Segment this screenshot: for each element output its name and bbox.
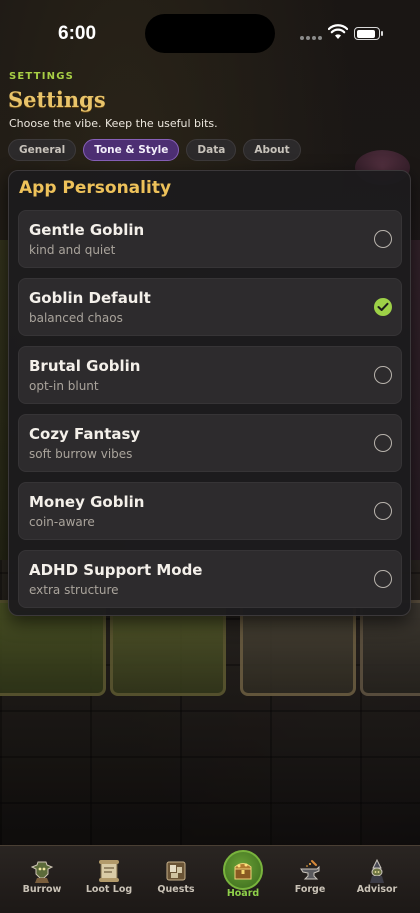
option-name: Goblin Default xyxy=(29,289,151,307)
option-name: ADHD Support Mode xyxy=(29,561,203,579)
battery-level xyxy=(356,29,375,38)
radio-unselected-icon[interactable] xyxy=(374,434,392,452)
tab-about[interactable]: About xyxy=(243,139,301,161)
option-name: Cozy Fantasy xyxy=(29,425,141,443)
section-eyebrow: SETTINGS xyxy=(9,71,75,82)
scroll-icon xyxy=(99,860,119,882)
option-description: kind and quiet xyxy=(29,243,116,257)
tab-bar-label: Advisor xyxy=(356,884,398,895)
checkmark-selected-icon[interactable] xyxy=(374,298,392,316)
tab-bar-item-advisor[interactable]: Advisor xyxy=(342,846,412,906)
radio-unselected-icon[interactable] xyxy=(374,230,392,248)
tab-data[interactable]: Data xyxy=(186,139,237,161)
option-description: coin-aware xyxy=(29,515,95,529)
personality-option-adhd-support-mode[interactable]: ADHD Support Mode extra structure xyxy=(18,550,402,608)
radio-unselected-icon[interactable] xyxy=(374,502,392,520)
tab-bar-item-loot-log[interactable]: Loot Log xyxy=(74,846,144,906)
page-title: Settings xyxy=(8,87,106,112)
advisor-icon xyxy=(370,858,384,883)
option-description: soft burrow vibes xyxy=(29,447,133,461)
battery-icon xyxy=(354,27,383,40)
dynamic-island xyxy=(145,14,275,53)
tab-bar-item-burrow[interactable]: Burrow xyxy=(7,846,77,906)
option-name: Gentle Goblin xyxy=(29,221,145,239)
quest-board-icon xyxy=(166,861,186,881)
home-indicator xyxy=(140,900,280,905)
status-time: 6:00 xyxy=(58,23,97,44)
radio-unselected-icon[interactable] xyxy=(374,366,392,384)
personality-option-cozy-fantasy[interactable]: Cozy Fantasy soft burrow vibes xyxy=(18,414,402,472)
tab-bar-label: Burrow xyxy=(22,884,62,895)
personality-option-brutal-goblin[interactable]: Brutal Goblin opt-in blunt xyxy=(18,346,402,404)
option-name: Brutal Goblin xyxy=(29,357,141,375)
tab-tone-and-style[interactable]: Tone & Style xyxy=(83,139,180,161)
option-description: opt-in blunt xyxy=(29,379,99,393)
settings-tabs: General Tone & Style Data About xyxy=(8,139,301,161)
goblin-icon xyxy=(30,861,54,883)
cellular-signal-icon xyxy=(300,30,324,40)
tab-bar-item-forge[interactable]: Forge xyxy=(275,846,345,906)
tab-bar-label: Loot Log xyxy=(85,884,133,895)
page-subtitle: Choose the vibe. Keep the useful bits. xyxy=(9,117,218,130)
tab-bar-label: Forge xyxy=(294,884,326,895)
tab-bar-item-quests[interactable]: Quests xyxy=(141,846,211,906)
tab-bar-label: Quests xyxy=(157,884,195,895)
status-bar: 6:00 xyxy=(0,0,420,60)
personality-option-gentle-goblin[interactable]: Gentle Goblin kind and quiet xyxy=(18,210,402,268)
tab-general[interactable]: General xyxy=(8,139,77,161)
tab-bar-item-hoard[interactable]: Hoard xyxy=(208,846,278,906)
anvil-icon xyxy=(300,860,320,880)
personality-option-money-goblin[interactable]: Money Goblin coin-aware xyxy=(18,482,402,540)
option-name: Money Goblin xyxy=(29,493,145,511)
card-title: App Personality xyxy=(19,178,172,198)
tab-bar-label: Hoard xyxy=(226,888,260,899)
settings-screen: 6:00 SETTINGS Settings Choose the vibe. … xyxy=(0,0,420,913)
treasure-chest-icon xyxy=(234,863,252,880)
wifi-icon xyxy=(328,24,348,39)
personality-option-goblin-default[interactable]: Goblin Default balanced chaos xyxy=(18,278,402,336)
option-description: balanced chaos xyxy=(29,311,123,325)
radio-unselected-icon[interactable] xyxy=(374,570,392,588)
option-description: extra structure xyxy=(29,583,119,597)
app-personality-card: App Personality Gentle Goblin kind and q… xyxy=(8,170,411,616)
